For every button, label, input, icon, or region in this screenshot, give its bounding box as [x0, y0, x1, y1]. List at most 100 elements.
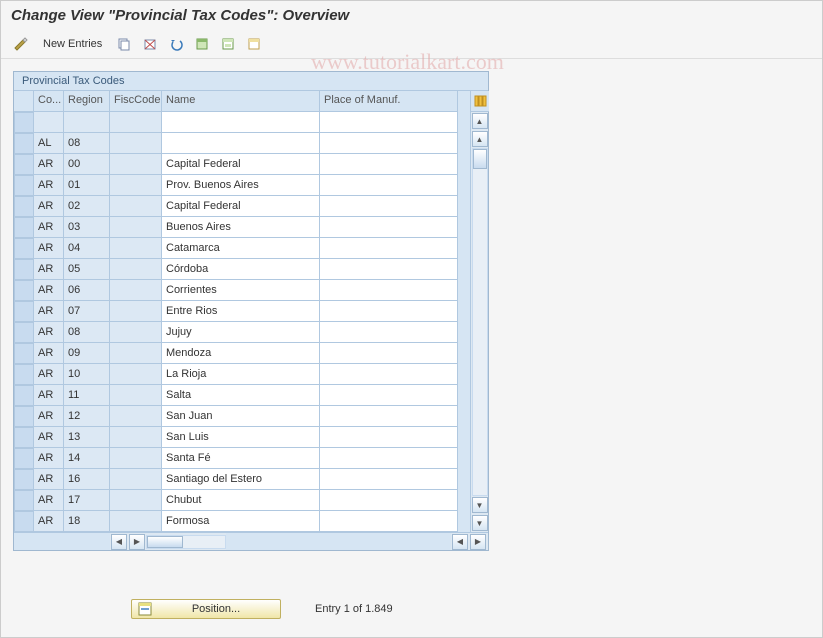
cell-fisccode[interactable] — [110, 469, 162, 490]
cell-region[interactable]: 04 — [64, 238, 110, 259]
row-selector[interactable] — [14, 112, 34, 133]
cell-region[interactable]: 06 — [64, 280, 110, 301]
cell-name[interactable]: Santa Fé — [162, 448, 320, 469]
horizontal-scrollbar[interactable]: ◀ ▶ ◀ ▶ — [14, 532, 488, 550]
scroll-thumb[interactable] — [473, 149, 487, 169]
cell-country[interactable]: AR — [34, 322, 64, 343]
cell-place-of-manuf[interactable] — [320, 112, 458, 133]
cell-fisccode[interactable] — [110, 448, 162, 469]
cell-fisccode[interactable] — [110, 322, 162, 343]
cell-name[interactable] — [162, 112, 320, 133]
cell-place-of-manuf[interactable] — [320, 364, 458, 385]
cell-region[interactable]: 17 — [64, 490, 110, 511]
cell-place-of-manuf[interactable] — [320, 196, 458, 217]
cell-country[interactable]: AR — [34, 511, 64, 532]
cell-region[interactable]: 16 — [64, 469, 110, 490]
cell-place-of-manuf[interactable] — [320, 280, 458, 301]
row-selector[interactable] — [14, 406, 34, 427]
cell-place-of-manuf[interactable] — [320, 133, 458, 154]
cell-place-of-manuf[interactable] — [320, 154, 458, 175]
cell-place-of-manuf[interactable] — [320, 427, 458, 448]
cell-country[interactable]: AR — [34, 406, 64, 427]
row-selector[interactable] — [14, 343, 34, 364]
hscroll-left-end-icon[interactable]: ◀ — [452, 534, 468, 550]
cell-name[interactable]: Prov. Buenos Aires — [162, 175, 320, 196]
vertical-scrollbar[interactable]: ▲ ▲ ▼ ▼ — [470, 91, 488, 532]
row-selector[interactable] — [14, 196, 34, 217]
deselect-all-icon[interactable] — [244, 34, 264, 54]
undo-change-icon[interactable] — [166, 34, 186, 54]
cell-fisccode[interactable] — [110, 364, 162, 385]
row-selector[interactable] — [14, 448, 34, 469]
cell-name[interactable]: Mendoza — [162, 343, 320, 364]
cell-country[interactable]: AR — [34, 217, 64, 238]
cell-name[interactable]: Jujuy — [162, 322, 320, 343]
row-selector[interactable] — [14, 175, 34, 196]
cell-country[interactable]: AR — [34, 448, 64, 469]
cell-name[interactable] — [162, 133, 320, 154]
cell-region[interactable]: 12 — [64, 406, 110, 427]
cell-place-of-manuf[interactable] — [320, 301, 458, 322]
row-selector[interactable] — [14, 217, 34, 238]
cell-name[interactable]: Córdoba — [162, 259, 320, 280]
col-header-region[interactable]: Region — [64, 91, 110, 112]
cell-place-of-manuf[interactable] — [320, 217, 458, 238]
col-header-fisccode[interactable]: FiscCode — [110, 91, 162, 112]
row-selector[interactable] — [14, 511, 34, 532]
cell-fisccode[interactable] — [110, 280, 162, 301]
cell-fisccode[interactable] — [110, 385, 162, 406]
col-header-name[interactable]: Name — [162, 91, 320, 112]
cell-name[interactable]: San Luis — [162, 427, 320, 448]
cell-place-of-manuf[interactable] — [320, 259, 458, 280]
cell-country[interactable]: AR — [34, 154, 64, 175]
cell-country[interactable]: AR — [34, 238, 64, 259]
col-header-country[interactable]: Co... — [34, 91, 64, 112]
cell-country[interactable]: AR — [34, 196, 64, 217]
cell-place-of-manuf[interactable] — [320, 511, 458, 532]
cell-region[interactable]: 00 — [64, 154, 110, 175]
row-selector[interactable] — [14, 238, 34, 259]
cell-fisccode[interactable] — [110, 175, 162, 196]
cell-place-of-manuf[interactable] — [320, 469, 458, 490]
cell-place-of-manuf[interactable] — [320, 343, 458, 364]
scroll-down-icon-2[interactable]: ▼ — [472, 515, 488, 531]
cell-place-of-manuf[interactable] — [320, 490, 458, 511]
select-block-icon[interactable] — [218, 34, 238, 54]
hscroll-right-icon[interactable]: ▶ — [129, 534, 145, 550]
cell-name[interactable]: Salta — [162, 385, 320, 406]
scroll-up-icon-2[interactable]: ▲ — [472, 131, 488, 147]
cell-place-of-manuf[interactable] — [320, 406, 458, 427]
cell-region[interactable]: 05 — [64, 259, 110, 280]
cell-name[interactable]: Santiago del Estero — [162, 469, 320, 490]
row-selector[interactable] — [14, 385, 34, 406]
cell-name[interactable]: Chubut — [162, 490, 320, 511]
cell-place-of-manuf[interactable] — [320, 175, 458, 196]
cell-fisccode[interactable] — [110, 112, 162, 133]
hscroll-thumb[interactable] — [147, 536, 183, 548]
cell-place-of-manuf[interactable] — [320, 385, 458, 406]
cell-fisccode[interactable] — [110, 511, 162, 532]
cell-country[interactable]: AR — [34, 469, 64, 490]
cell-country[interactable]: AR — [34, 427, 64, 448]
cell-fisccode[interactable] — [110, 259, 162, 280]
row-selector[interactable] — [14, 280, 34, 301]
cell-fisccode[interactable] — [110, 238, 162, 259]
toggle-display-change-icon[interactable] — [11, 34, 31, 54]
delete-icon[interactable] — [140, 34, 160, 54]
cell-country[interactable]: AR — [34, 490, 64, 511]
cell-region[interactable]: 02 — [64, 196, 110, 217]
cell-fisccode[interactable] — [110, 217, 162, 238]
cell-region[interactable]: 14 — [64, 448, 110, 469]
cell-name[interactable]: Formosa — [162, 511, 320, 532]
cell-region[interactable]: 08 — [64, 133, 110, 154]
cell-region[interactable]: 01 — [64, 175, 110, 196]
scroll-up-icon[interactable]: ▲ — [472, 113, 488, 129]
cell-region[interactable] — [64, 112, 110, 133]
cell-place-of-manuf[interactable] — [320, 238, 458, 259]
new-entries-button[interactable]: New Entries — [37, 36, 108, 52]
cell-name[interactable]: La Rioja — [162, 364, 320, 385]
cell-fisccode[interactable] — [110, 343, 162, 364]
cell-region[interactable]: 09 — [64, 343, 110, 364]
cell-region[interactable]: 08 — [64, 322, 110, 343]
cell-region[interactable]: 13 — [64, 427, 110, 448]
